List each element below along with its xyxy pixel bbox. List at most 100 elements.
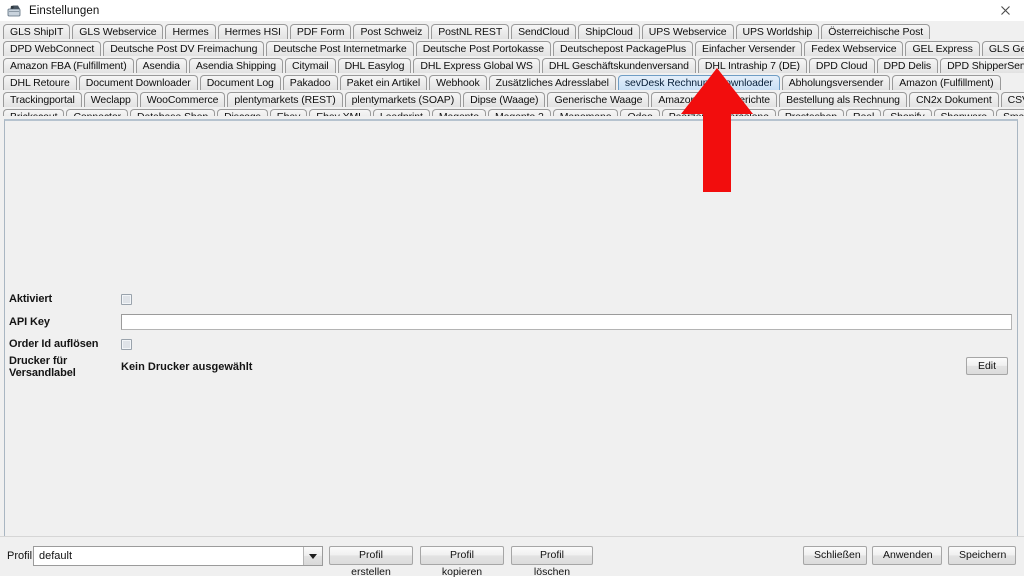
tab-deutschepost-packageplus[interactable]: Deutschepost PackagePlus — [553, 41, 694, 56]
apikey-label: API Key — [9, 316, 50, 328]
tab-einfacher-versender[interactable]: Einfacher Versender — [695, 41, 803, 56]
close-icon[interactable] — [986, 0, 1024, 21]
app-icon — [7, 4, 21, 18]
field-row-aktiviert: Aktiviert — [9, 291, 132, 307]
apikey-input[interactable] — [121, 314, 1012, 330]
tab-amazon-fulfillment[interactable]: Amazon (Fulfillment) — [892, 75, 1001, 90]
tab-shopify[interactable]: Shopify — [883, 109, 932, 116]
tab-generische-waage[interactable]: Generische Waage — [547, 92, 650, 107]
profil-select[interactable]: default — [33, 546, 323, 566]
tab-trackingportal[interactable]: Trackingportal — [3, 92, 82, 107]
tab-dpd-cloud[interactable]: DPD Cloud — [808, 58, 875, 73]
tab-document-downloader[interactable]: Document Downloader — [78, 75, 198, 90]
tab-gls-shipit[interactable]: GLS ShipIT — [3, 24, 71, 39]
profil-select-value: default — [39, 550, 73, 562]
anwenden-button[interactable]: Anwenden — [872, 546, 942, 565]
tab-post-schweiz[interactable]: Post Schweiz — [353, 24, 430, 39]
profil-label: Profil — [7, 550, 33, 562]
tab-parcelone[interactable]: Parcelone — [715, 109, 776, 116]
tab-woocommerce[interactable]: WooCommerce — [139, 92, 226, 107]
tab-odoo[interactable]: Odoo — [620, 109, 660, 116]
orderid-checkbox[interactable] — [121, 338, 132, 350]
tab-manomano[interactable]: Manomano — [552, 109, 619, 116]
tab-ups-webservice[interactable]: UPS Webservice — [641, 24, 734, 39]
tab-paarzeit[interactable]: Paarzeit — [661, 109, 714, 116]
tab-citymail[interactable]: Citymail — [285, 58, 336, 73]
drucker-label: Drucker für Versandlabel — [9, 355, 76, 379]
tab-plentymarkets-rest[interactable]: plentymarkets (REST) — [227, 92, 343, 107]
tab-sterreichische-post[interactable]: Österreichische Post — [821, 24, 931, 39]
tab-amazon-log[interactable]: Amazon Log — [651, 92, 724, 107]
tab-ebay[interactable]: Ebay — [269, 109, 308, 116]
tab-dpd-webconnect[interactable]: DPD WebConnect — [3, 41, 102, 56]
tab-discogs[interactable]: Discogs — [217, 109, 268, 116]
tab-real[interactable]: Real — [845, 109, 882, 116]
tab-ups-worldship[interactable]: UPS Worldship — [735, 24, 820, 39]
window-title-bar: Einstellungen — [0, 0, 1024, 22]
tab-sevdesk-rechnungsdownloader[interactable]: sevDesk Rechnungsdownloader — [617, 75, 780, 90]
tab-shipcloud[interactable]: ShipCloud — [578, 24, 640, 39]
tab-plentymarkets-soap[interactable]: plentymarkets (SOAP) — [344, 92, 462, 107]
tab-gls-gepard[interactable]: GLS Gepard — [981, 41, 1024, 56]
tab-dhl-retoure[interactable]: DHL Retoure — [3, 75, 77, 90]
tab-postnl-rest[interactable]: PostNL REST — [431, 24, 510, 39]
tab-pakadoo[interactable]: Pakadoo — [282, 75, 338, 90]
settings-window: Einstellungen GLS ShipIT GLS Webservice He… — [0, 0, 1024, 578]
tab-asendia[interactable]: Asendia — [135, 58, 187, 73]
tab-leadprint[interactable]: Leadprint — [372, 109, 430, 116]
tab-smartstore-net[interactable]: SmartStore.NET — [996, 109, 1024, 116]
tab-shopware[interactable]: Shopware — [933, 109, 994, 116]
tab-paket-ein-artikel[interactable]: Paket ein Artikel — [339, 75, 428, 90]
tab-webhook[interactable]: Webhook — [429, 75, 487, 90]
chevron-down-icon[interactable] — [303, 547, 322, 565]
profil-loeschen-button[interactable]: Profil löschen — [511, 546, 593, 578]
tab-ebay-xml[interactable]: Ebay XML — [309, 109, 371, 116]
tab-dhl-easylog[interactable]: DHL Easylog — [337, 58, 412, 73]
tab-dipse-waage[interactable]: Dipse (Waage) — [463, 92, 546, 107]
tab-document-log[interactable]: Document Log — [199, 75, 281, 90]
tab-berichte[interactable]: Berichte — [725, 92, 778, 107]
tab-asendia-shipping[interactable]: Asendia Shipping — [188, 58, 284, 73]
tab-strip: GLS ShipIT GLS Webservice Hermes Hermes HSI… — [0, 21, 1024, 116]
field-row-drucker: Drucker für Versandlabel Kein Drucker au… — [9, 355, 252, 379]
tab-prestashop[interactable]: Prestashop — [777, 109, 844, 116]
tab-dhl-express-global-ws[interactable]: DHL Express Global WS — [413, 58, 540, 73]
tab-deutsche-post-internetmarke[interactable]: Deutsche Post Internetmarke — [266, 41, 414, 56]
tab-row-1: GLS ShipIT GLS Webservice Hermes Hermes HSI… — [0, 21, 1024, 39]
tab-magento[interactable]: Magento — [431, 109, 486, 116]
profil-erstellen-button[interactable]: Profil erstellen — [329, 546, 413, 578]
tab-row-2: DPD WebConnect Deutsche Post DV Freimachu… — [0, 38, 1024, 56]
tab-database-shop[interactable]: Database Shop — [129, 109, 216, 116]
tab-brickscout[interactable]: Brickscout — [3, 109, 65, 116]
tab-hermes[interactable]: Hermes — [165, 24, 216, 39]
tab-pdf-form[interactable]: PDF Form — [289, 24, 352, 39]
field-row-orderid: Order Id auflösen — [9, 336, 132, 352]
tab-row-5: Trackingportal Weclapp WooCommerce plentyma… — [0, 89, 1024, 107]
tab-weclapp[interactable]: Weclapp — [83, 92, 138, 107]
tab-cn2x-dokument[interactable]: CN2x Dokument — [908, 92, 999, 107]
schliessen-button[interactable]: Schließen — [803, 546, 867, 565]
tab-deutsche-post-dv-freimachung[interactable]: Deutsche Post DV Freimachung — [103, 41, 265, 56]
tab-dpd-delis[interactable]: DPD Delis — [876, 58, 939, 73]
tab-gls-webservice[interactable]: GLS Webservice — [72, 24, 164, 39]
tab-sendcloud[interactable]: SendCloud — [511, 24, 577, 39]
tab-hermes-hsi[interactable]: Hermes HSI — [217, 24, 288, 39]
tab-gel-express[interactable]: GEL Express — [905, 41, 980, 56]
profil-kopieren-button[interactable]: Profil kopieren — [420, 546, 504, 578]
tab-dpd-shipperservice-ch[interactable]: DPD ShipperService (CH) — [940, 58, 1024, 73]
speichern-button[interactable]: Speichern — [948, 546, 1016, 565]
tab-abholungsversender[interactable]: Abholungsversender — [781, 75, 891, 90]
settings-panel: Aktiviert API Key Order Id auflösen Druc… — [4, 119, 1018, 537]
edit-button[interactable]: Edit — [966, 357, 1008, 375]
aktiviert-checkbox[interactable] — [121, 293, 132, 305]
tab-csv-log[interactable]: CSV Log — [1000, 92, 1024, 107]
tab-fedex-webservice[interactable]: Fedex Webservice — [804, 41, 904, 56]
tab-connector[interactable]: Connector — [66, 109, 128, 116]
tab-amazon-fba-fulfillment[interactable]: Amazon FBA (Fulfillment) — [3, 58, 134, 73]
tab-magento-2[interactable]: Magento 2 — [487, 109, 551, 116]
tab-deutsche-post-portokasse[interactable]: Deutsche Post Portokasse — [415, 41, 552, 56]
tab-bestellung-als-rechnung[interactable]: Bestellung als Rechnung — [779, 92, 907, 107]
tab-dhl-intraship-7-de[interactable]: DHL Intraship 7 (DE) — [697, 58, 807, 73]
tab-zus-tzliches-adresslabel[interactable]: Zusätzliches Adresslabel — [488, 75, 616, 90]
tab-dhl-gesch-ftskundenversand[interactable]: DHL Geschäftskundenversand — [541, 58, 696, 73]
